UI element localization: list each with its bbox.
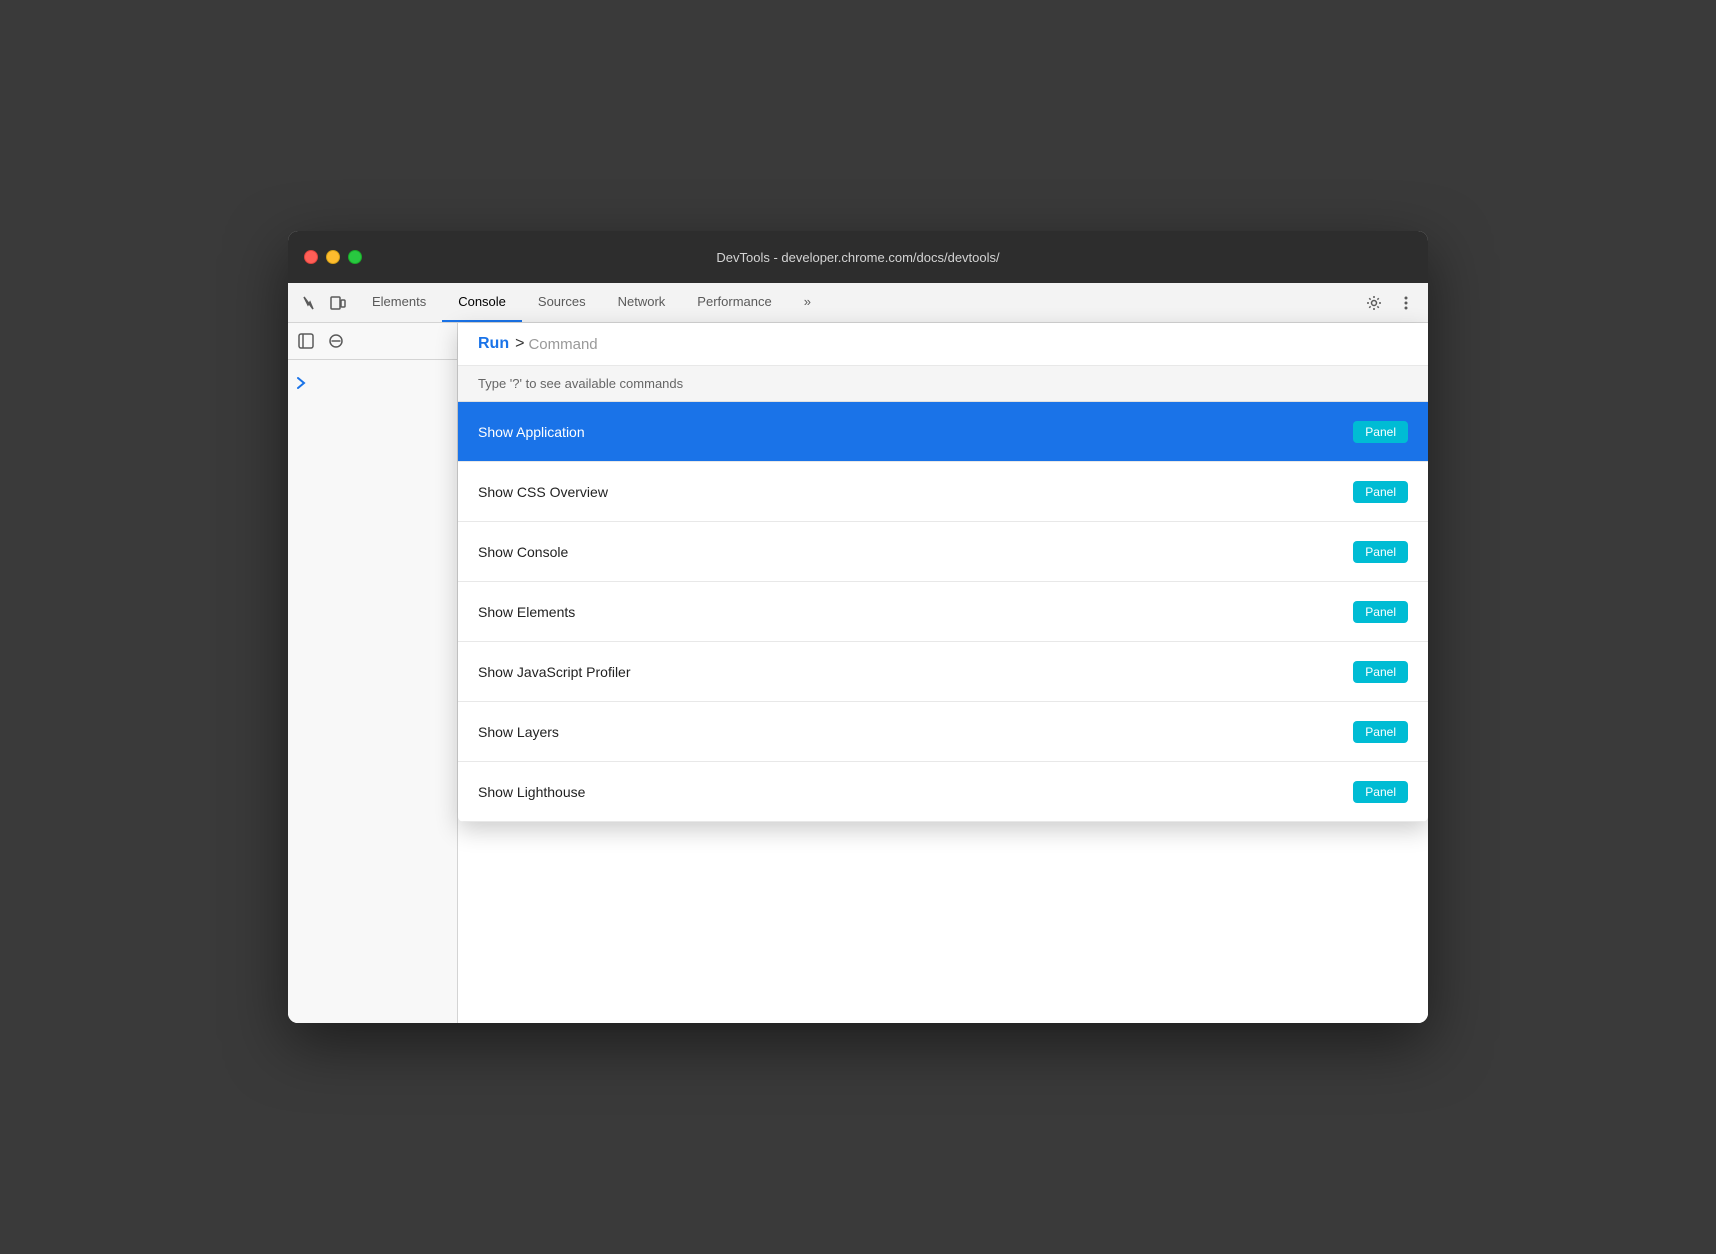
inspect-icon	[302, 295, 318, 311]
gt-symbol: >	[515, 335, 524, 353]
command-name-show-lighthouse: Show Lighthouse	[478, 784, 585, 800]
badge-show-js-profiler[interactable]: Panel	[1353, 661, 1408, 683]
command-item-show-layers[interactable]: Show Layers Panel	[458, 702, 1428, 762]
more-dots-icon	[1404, 295, 1408, 311]
tab-elements[interactable]: Elements	[356, 283, 442, 322]
badge-show-css-overview[interactable]: Panel	[1353, 481, 1408, 503]
settings-button[interactable]	[1360, 289, 1388, 317]
badge-show-lighthouse[interactable]: Panel	[1353, 781, 1408, 803]
maximize-button[interactable]	[348, 250, 362, 264]
command-item-show-lighthouse[interactable]: Show Lighthouse Panel	[458, 762, 1428, 822]
command-item-show-application[interactable]: Show Application Panel	[458, 402, 1428, 462]
minimize-button[interactable]	[326, 250, 340, 264]
traffic-lights	[304, 250, 362, 264]
devtools-window: DevTools - developer.chrome.com/docs/dev…	[288, 231, 1428, 1023]
tab-network[interactable]: Network	[602, 283, 682, 322]
command-list: Show Application Panel Show CSS Overview…	[458, 402, 1428, 822]
badge-show-layers[interactable]: Panel	[1353, 721, 1408, 743]
no-entry-icon-button[interactable]	[322, 327, 350, 355]
command-name-show-css-overview: Show CSS Overview	[478, 484, 608, 500]
badge-show-elements[interactable]: Panel	[1353, 601, 1408, 623]
content-wrapper: Run > Type '?' to see available commands…	[458, 323, 1428, 1023]
title-bar: DevTools - developer.chrome.com/docs/dev…	[288, 231, 1428, 283]
sidebar-panel-icon	[298, 333, 314, 349]
tab-sources[interactable]: Sources	[522, 283, 602, 322]
tab-performance[interactable]: Performance	[681, 283, 787, 322]
command-name-show-application: Show Application	[478, 424, 585, 440]
main-area: Run > Type '?' to see available commands…	[288, 323, 1428, 1023]
tab-more[interactable]: »	[788, 283, 827, 322]
command-name-show-layers: Show Layers	[478, 724, 559, 740]
gear-icon	[1366, 295, 1382, 311]
command-item-show-js-profiler[interactable]: Show JavaScript Profiler Panel	[458, 642, 1428, 702]
badge-show-console[interactable]: Panel	[1353, 541, 1408, 563]
command-input[interactable]	[528, 336, 1408, 353]
command-item-show-elements[interactable]: Show Elements Panel	[458, 582, 1428, 642]
command-input-row: Run >	[458, 323, 1428, 366]
chevron-area	[288, 368, 457, 403]
command-item-show-css-overview[interactable]: Show CSS Overview Panel	[458, 462, 1428, 522]
window-title: DevTools - developer.chrome.com/docs/dev…	[716, 250, 999, 265]
devtools-container: Elements Console Sources Network Perform…	[288, 283, 1428, 1023]
left-sidebar	[288, 323, 458, 1023]
sidebar-panel-icon-button[interactable]	[292, 327, 320, 355]
hint-row: Type '?' to see available commands	[458, 366, 1428, 402]
command-name-show-console: Show Console	[478, 544, 568, 560]
command-menu: Run > Type '?' to see available commands…	[458, 323, 1428, 822]
tab-console[interactable]: Console	[442, 283, 522, 322]
command-item-show-console[interactable]: Show Console Panel	[458, 522, 1428, 582]
chevron-right-icon	[296, 376, 306, 390]
command-name-show-js-profiler: Show JavaScript Profiler	[478, 664, 631, 680]
sidebar-toolbar	[288, 323, 457, 360]
inspect-icon-button[interactable]	[296, 289, 324, 317]
device-toggle-button[interactable]	[324, 289, 352, 317]
block-icon	[328, 333, 344, 349]
hint-text: Type '?' to see available commands	[478, 376, 683, 391]
device-icon	[330, 295, 346, 311]
command-name-show-elements: Show Elements	[478, 604, 575, 620]
more-options-button[interactable]	[1392, 289, 1420, 317]
badge-show-application[interactable]: Panel	[1353, 421, 1408, 443]
close-button[interactable]	[304, 250, 318, 264]
run-label: Run	[478, 335, 509, 353]
